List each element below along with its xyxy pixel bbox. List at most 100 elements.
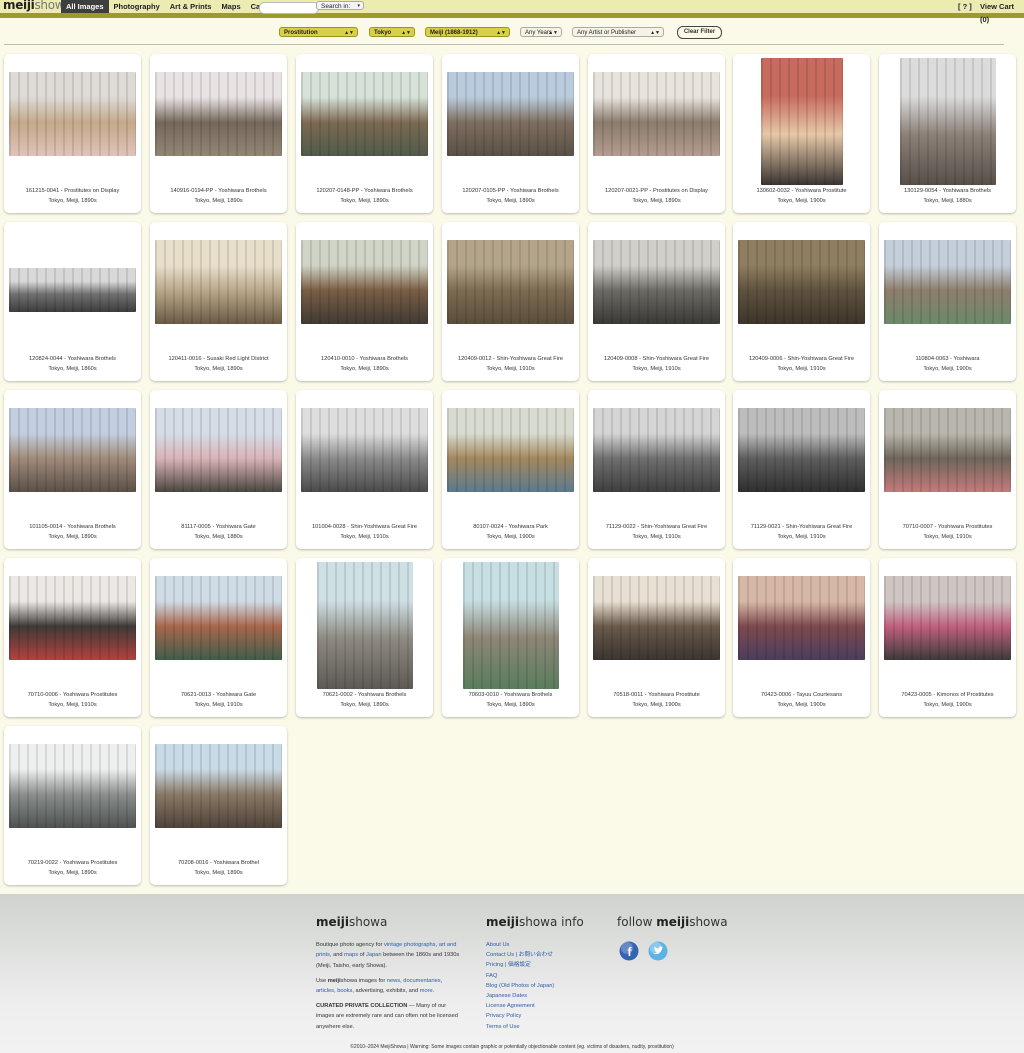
image-title[interactable]: 71129-0021 - Shin-Yoshiwara Great Fire — [733, 522, 870, 532]
filter-era[interactable]: Meiji (1868-1912) ▲▼ — [425, 27, 510, 37]
image-thumbnail[interactable] — [738, 240, 865, 324]
image-thumbnail[interactable] — [447, 240, 574, 324]
link-vintage-photographs[interactable]: vintage photographs — [384, 942, 436, 948]
image-card[interactable]: 70710-0007 - Yoshiwara Prostitutes Tokyo,… — [879, 390, 1016, 549]
image-title[interactable]: 80107-0024 - Yoshiwara Park — [442, 522, 579, 532]
image-thumbnail[interactable] — [593, 72, 720, 156]
image-thumbnail[interactable] — [738, 408, 865, 492]
image-thumbnail[interactable] — [301, 72, 428, 156]
image-card[interactable]: 120409-0012 - Shin-Yoshiwara Great Fire T… — [442, 222, 579, 381]
image-thumbnail[interactable] — [593, 408, 720, 492]
image-thumbnail[interactable] — [155, 744, 282, 828]
image-thumbnail[interactable] — [9, 408, 136, 492]
image-thumbnail[interactable] — [738, 576, 865, 660]
image-card[interactable]: 120207-0021-PP - Prostitutes on Display T… — [588, 54, 725, 213]
image-thumbnail[interactable] — [884, 408, 1011, 492]
image-thumbnail[interactable] — [462, 562, 559, 689]
image-card[interactable]: 70621-0002 - Yoshiwara Brothels Tokyo, Me… — [296, 558, 433, 717]
link-japan[interactable]: Japan — [366, 952, 382, 958]
image-thumbnail[interactable] — [9, 268, 136, 312]
image-title[interactable]: 70710-0006 - Yoshiwara Prostitutes — [4, 690, 141, 700]
image-card[interactable]: 161215-0041 - Prostitutes on Display Toky… — [4, 54, 141, 213]
image-title[interactable]: 70603-0010 - Yoshiwara Brothels — [442, 690, 579, 700]
footer-link-contact[interactable]: Contact Us | お問い合わせ — [486, 950, 606, 960]
image-card[interactable]: 70621-0013 - Yoshiwara Gate Tokyo, Meiji,… — [150, 558, 287, 717]
image-title[interactable]: 70710-0007 - Yoshiwara Prostitutes — [879, 522, 1016, 532]
help-link[interactable]: [ ? ] — [958, 0, 972, 13]
filter-subject[interactable]: Prostitution ▲▼ — [279, 27, 358, 37]
image-card[interactable]: 70710-0006 - Yoshiwara Prostitutes Tokyo,… — [4, 558, 141, 717]
image-title[interactable]: 140916-0194-PP - Yoshiwara Brothels — [150, 186, 287, 196]
link-books[interactable]: books — [337, 988, 352, 994]
image-thumbnail[interactable] — [155, 240, 282, 324]
footer-link-faq[interactable]: FAQ — [486, 971, 606, 981]
image-thumbnail[interactable] — [593, 576, 720, 660]
link-documentaries[interactable]: documentaries — [403, 978, 440, 984]
footer-link-license[interactable]: License Agreement — [486, 1001, 606, 1011]
footer-link-privacy[interactable]: Privacy Policy — [486, 1011, 606, 1021]
image-title[interactable]: 120411-0016 - Susaki Red Light District — [150, 354, 287, 364]
image-thumbnail[interactable] — [155, 408, 282, 492]
image-card[interactable]: 120409-0008 - Shin-Yoshiwara Great Fire T… — [588, 222, 725, 381]
nav-art-prints[interactable]: Art & Prints — [165, 0, 217, 13]
image-title[interactable]: 130602-0032 - Yoshiwara Prostitute — [733, 186, 870, 196]
image-card[interactable]: 140916-0194-PP - Yoshiwara Brothels Tokyo… — [150, 54, 287, 213]
image-card[interactable]: 120207-0105-PP - Yoshiwara Brothels Tokyo… — [442, 54, 579, 213]
footer-link-about[interactable]: About Us — [486, 940, 606, 950]
image-thumbnail[interactable] — [301, 240, 428, 324]
facebook-icon[interactable]: f — [619, 941, 639, 961]
image-title[interactable]: 120410-0010 - Yoshiwara Brothels — [296, 354, 433, 364]
image-title[interactable]: 120824-0044 - Yoshiwara Brothels — [4, 354, 141, 364]
image-card[interactable]: 70603-0010 - Yoshiwara Brothels Tokyo, Me… — [442, 558, 579, 717]
image-thumbnail[interactable] — [9, 576, 136, 660]
image-thumbnail[interactable] — [9, 72, 136, 156]
link-maps[interactable]: maps — [344, 952, 358, 958]
filter-years[interactable]: Any Years ▲▼ — [520, 27, 562, 37]
image-card[interactable]: 110804-0063 - Yoshiwara Tokyo, Meiji, 190… — [879, 222, 1016, 381]
image-title[interactable]: 71129-0022 - Shin-Yoshiwara Great Fire — [588, 522, 725, 532]
image-card[interactable]: 81117-0005 - Yoshiwara Gate Tokyo, Meiji,… — [150, 390, 287, 549]
image-title[interactable]: 101004-0028 - Shin-Yoshiwara Great Fire — [296, 522, 433, 532]
image-thumbnail[interactable] — [447, 408, 574, 492]
image-title[interactable]: 70208-0016 - Yoshiwara Brothel — [150, 858, 287, 868]
image-title[interactable]: 70219-0022 - Yoshiwara Prostitutes — [4, 858, 141, 868]
image-thumbnail[interactable] — [155, 576, 282, 660]
image-title[interactable]: 70518-0011 - Yoshiwara Prostitute — [588, 690, 725, 700]
image-card[interactable]: 120411-0016 - Susaki Red Light District T… — [150, 222, 287, 381]
nav-photography[interactable]: Photography — [109, 0, 165, 13]
image-thumbnail[interactable] — [593, 240, 720, 324]
image-title[interactable]: 120409-0012 - Shin-Yoshiwara Great Fire — [442, 354, 579, 364]
image-title[interactable]: 110804-0063 - Yoshiwara — [879, 354, 1016, 364]
image-card[interactable]: 120409-0006 - Shin-Yoshiwara Great Fire T… — [733, 222, 870, 381]
filter-place[interactable]: Tokyo ▲▼ — [369, 27, 415, 37]
footer-link-japanese-dates[interactable]: Japanese Dates — [486, 991, 606, 1001]
image-title[interactable]: 120409-0008 - Shin-Yoshiwara Great Fire — [588, 354, 725, 364]
image-thumbnail[interactable] — [155, 72, 282, 156]
image-title[interactable]: 120207-0148-PP - Yoshiwara Brothels — [296, 186, 433, 196]
image-title[interactable]: 70621-0013 - Yoshiwara Gate — [150, 690, 287, 700]
image-title[interactable]: 70621-0002 - Yoshiwara Brothels — [296, 690, 433, 700]
image-card[interactable]: 71129-0021 - Shin-Yoshiwara Great Fire To… — [733, 390, 870, 549]
link-articles[interactable]: articles — [316, 988, 334, 994]
image-card[interactable]: 101105-0014 - Yoshiwara Brothels Tokyo, M… — [4, 390, 141, 549]
search-in-select[interactable]: Search in: ▾ — [316, 1, 364, 10]
image-title[interactable]: 81117-0005 - Yoshiwara Gate — [150, 522, 287, 532]
image-title[interactable]: 70423-0005 - Kimonos of Prostitutes — [879, 690, 1016, 700]
image-card[interactable]: 120824-0044 - Yoshiwara Brothels Tokyo, M… — [4, 222, 141, 381]
image-title[interactable]: 130129-0054 - Yoshiwara Brothels — [879, 186, 1016, 196]
nav-maps[interactable]: Maps — [216, 0, 245, 13]
image-thumbnail[interactable] — [316, 562, 413, 689]
image-thumbnail[interactable] — [447, 72, 574, 156]
image-card[interactable]: 70423-0005 - Kimonos of Prostitutes Tokyo… — [879, 558, 1016, 717]
image-thumbnail[interactable] — [884, 576, 1011, 660]
image-thumbnail[interactable] — [884, 240, 1011, 324]
image-title[interactable]: 120207-0021-PP - Prostitutes on Display — [588, 186, 725, 196]
image-card[interactable]: 130129-0054 - Yoshiwara Brothels Tokyo, M… — [879, 54, 1016, 213]
image-card[interactable]: 70423-0006 - Tayuu Courtesans Tokyo, Meij… — [733, 558, 870, 717]
image-card[interactable]: 120410-0010 - Yoshiwara Brothels Tokyo, M… — [296, 222, 433, 381]
image-card[interactable]: 101004-0028 - Shin-Yoshiwara Great Fire T… — [296, 390, 433, 549]
image-title[interactable]: 161215-0041 - Prostitutes on Display — [4, 186, 141, 196]
image-card[interactable]: 70518-0011 - Yoshiwara Prostitute Tokyo, … — [588, 558, 725, 717]
footer-link-terms[interactable]: Terms of Use — [486, 1022, 606, 1032]
image-card[interactable]: 70219-0022 - Yoshiwara Prostitutes Tokyo,… — [4, 726, 141, 885]
